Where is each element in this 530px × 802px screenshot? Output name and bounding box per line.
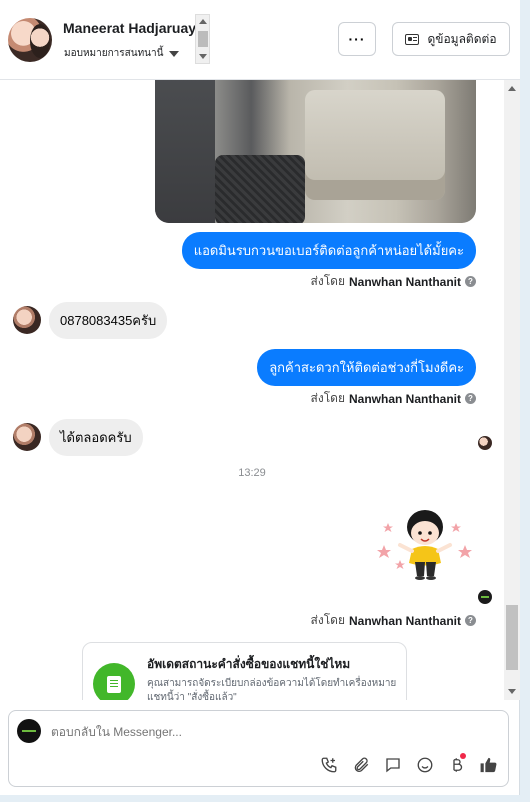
message-composer (8, 710, 509, 787)
sent-by-prefix: ส่งโดย (310, 391, 345, 405)
card-description: คุณสามารถจัดระเบียบกล่องข้อความได้โดยทำเ… (147, 678, 397, 700)
chevron-down-icon (169, 50, 180, 57)
outgoing-message[interactable]: แอดมินรบกวนขอเบอร์ติดต่อลูกค้าหน่อยได้มั… (181, 232, 476, 269)
order-status-prompt-card[interactable]: อัพเดตสถานะคำสั่งซื้อของแชทนี้ใช่ไหม คุณ… (82, 642, 407, 700)
help-icon[interactable]: ? (465, 276, 476, 287)
thumbs-up-icon[interactable] (479, 755, 498, 774)
thread-scrollbar[interactable] (504, 80, 520, 700)
conversation-header: Maneerat Hadjaruay มอบหมายการสนทนานี้ ··… (0, 0, 520, 80)
message-thread[interactable]: แอดมินรบกวนขอเบอร์ติดต่อลูกค้าหน่อยได้มั… (0, 80, 504, 700)
contact-avatar-small (13, 423, 41, 451)
contact-avatar[interactable] (8, 18, 52, 62)
header-scrollbar[interactable] (195, 14, 210, 64)
scroll-down-icon[interactable] (508, 689, 516, 694)
view-contact-info-label: ดูข้อมูลติดต่อ (427, 31, 497, 46)
sent-by-label: ส่งโดย Nanwhan Nanthanit ? (311, 389, 476, 408)
seen-receipt-avatar (478, 590, 492, 604)
order-document-icon (93, 663, 135, 700)
sender-name: Nanwhan Nanthanit (348, 613, 461, 628)
page-avatar (17, 719, 41, 743)
sent-by-prefix: ส่งโดย (310, 274, 345, 288)
assign-label: มอบหมายการสนทนานี้ (64, 48, 164, 59)
view-contact-info-button[interactable]: ดูข้อมูลติดต่อ (392, 22, 510, 56)
reply-input[interactable] (51, 725, 491, 739)
outgoing-message[interactable]: ลูกค้าสะดวกให้ติดต่อช่วงกี่โมงดีคะ (257, 349, 476, 386)
timestamp: 13:29 (238, 467, 266, 479)
contact-card-icon (405, 33, 420, 45)
emoji-icon[interactable] (415, 755, 434, 774)
sent-by-label: ส่งโดย Nanwhan Nanthanit ? (311, 272, 476, 291)
saved-reply-icon[interactable] (383, 755, 402, 774)
help-icon[interactable]: ? (465, 615, 476, 626)
card-title: อัพเดตสถานะคำสั่งซื้อของแชทนี้ใช่ไหม (147, 657, 351, 671)
scroll-up-icon[interactable] (199, 19, 207, 24)
scroll-up-icon[interactable] (508, 86, 516, 91)
attachment-icon[interactable] (351, 755, 370, 774)
assign-conversation-dropdown[interactable]: มอบหมายการสนทนานี้ (64, 46, 180, 61)
contact-avatar-small (13, 306, 41, 334)
sender-name: Nanwhan Nanthanit (348, 391, 461, 406)
sticker-image[interactable] (370, 505, 475, 590)
sent-by-label: ส่งโดย Nanwhan Nanthanit ? (311, 611, 476, 630)
notification-dot (460, 753, 466, 759)
photo-seat-left (155, 80, 215, 223)
incoming-message[interactable]: ได้ตลอดครับ (49, 419, 143, 456)
sent-by-prefix: ส่งโดย (310, 613, 345, 627)
contact-name[interactable]: Maneerat Hadjaruay (63, 20, 195, 36)
scroll-thumb[interactable] (198, 31, 208, 47)
composer-toolbar (319, 753, 498, 774)
more-options-button[interactable]: ··· (338, 22, 376, 56)
photo-bench-seat (305, 90, 445, 200)
chat-panel: Maneerat Hadjaruay มอบหมายการสนทนานี้ ··… (0, 0, 520, 795)
sender-name: Nanwhan Nanthanit (348, 274, 461, 289)
call-icon[interactable] (319, 755, 338, 774)
shared-photo[interactable] (155, 80, 476, 223)
baht-icon[interactable] (447, 753, 466, 774)
scroll-down-icon[interactable] (199, 54, 207, 59)
scroll-thumb[interactable] (506, 605, 518, 670)
incoming-message[interactable]: 0878083435ครับ (49, 302, 168, 339)
help-icon[interactable]: ? (465, 393, 476, 404)
photo-floor-mat (215, 155, 305, 223)
seen-receipt-avatar (478, 436, 492, 450)
